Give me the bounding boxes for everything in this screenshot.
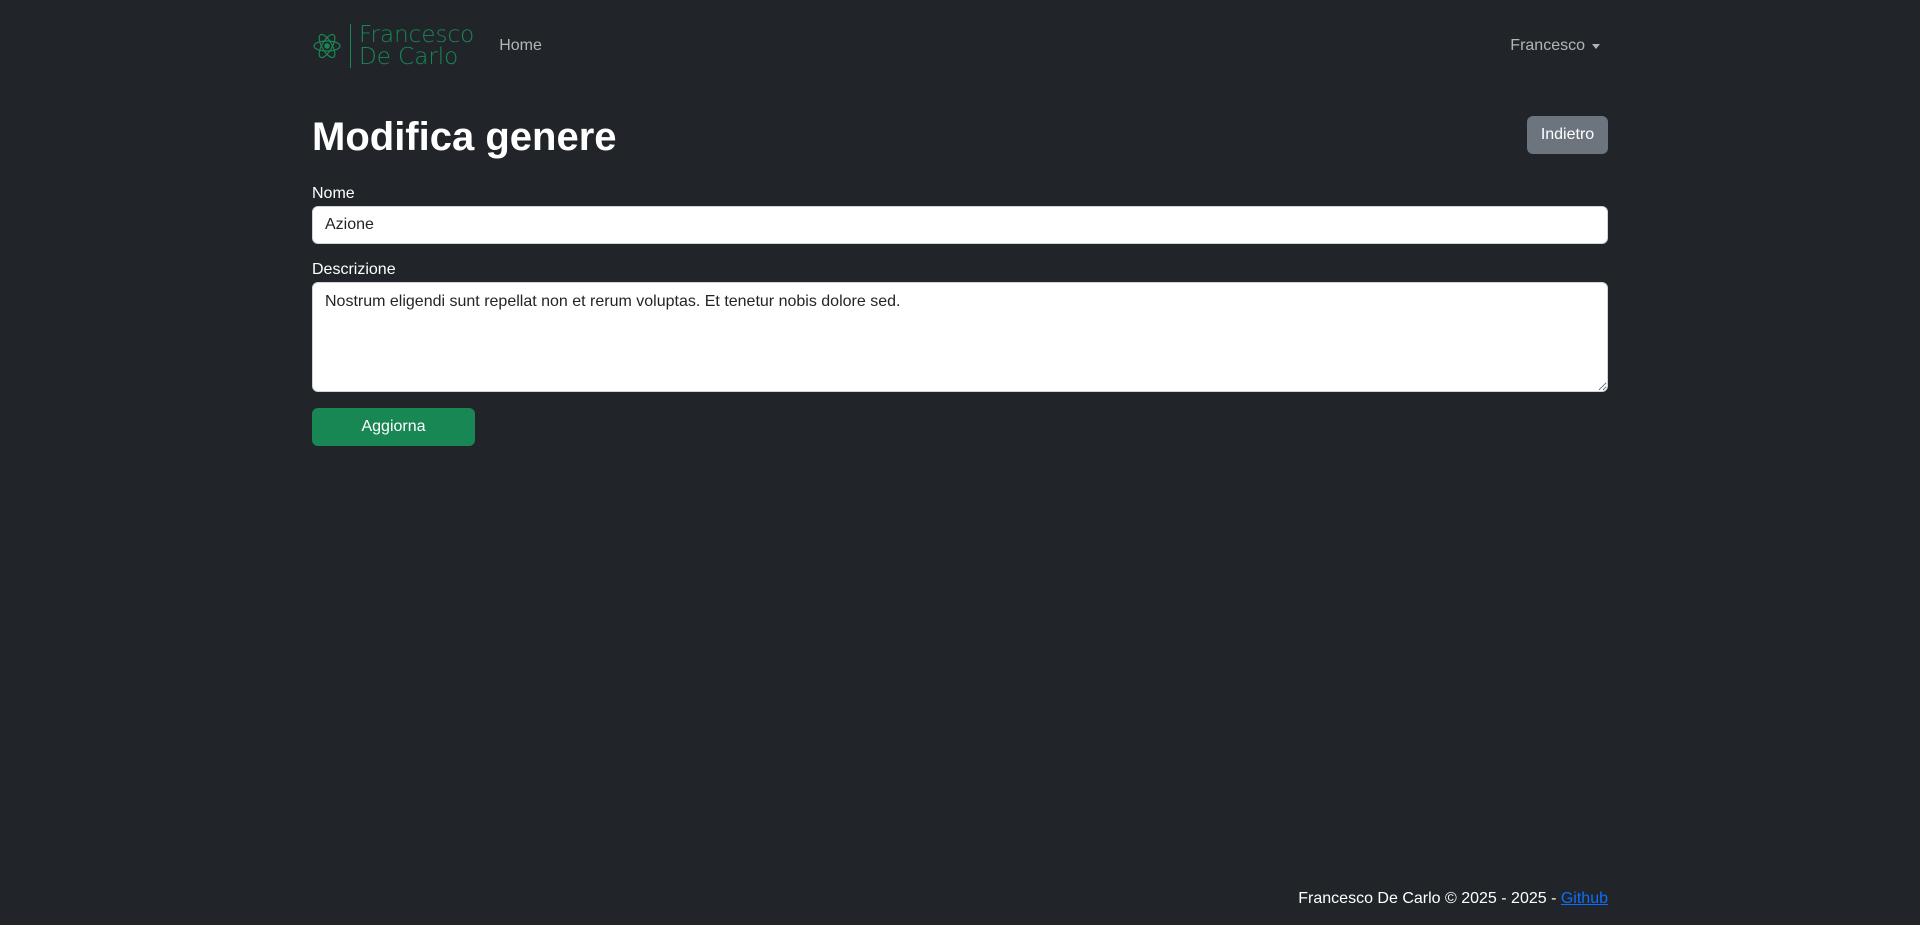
github-link[interactable]: Github — [1561, 890, 1608, 907]
footer: Francesco De Carlo © 2025 - 2025 - Githu… — [312, 890, 1608, 912]
brand-name: Francesco De Carlo — [359, 22, 475, 70]
brand-divider — [350, 24, 351, 68]
footer-copyright: Francesco De Carlo © 2025 - 2025 - — [1298, 890, 1561, 907]
update-button[interactable]: Aggiorna — [312, 408, 475, 446]
nome-input[interactable] — [312, 206, 1608, 244]
chevron-down-icon — [1592, 43, 1600, 49]
navbar: Francesco De Carlo Home Francesco — [312, 0, 1608, 92]
page-title: Modifica genere — [312, 115, 617, 159]
back-button[interactable]: Indietro — [1527, 116, 1608, 154]
brand-link[interactable]: Francesco De Carlo — [312, 22, 475, 70]
page-header: Modifica genere Indietro — [312, 112, 1608, 162]
user-name: Francesco — [1510, 37, 1585, 54]
brand-name-line1: Francesco — [359, 22, 475, 48]
nome-label: Nome — [312, 185, 355, 202]
user-dropdown[interactable]: Francesco — [1510, 37, 1600, 55]
edit-genre-form: Nome Descrizione Nostrum eligendi sunt r… — [312, 184, 1608, 446]
nav-home-link[interactable]: Home — [499, 37, 542, 55]
descrizione-label: Descrizione — [312, 261, 396, 278]
descrizione-textarea[interactable]: Nostrum eligendi sunt repellat non et re… — [312, 282, 1608, 392]
atom-logo-icon — [313, 33, 341, 59]
brand-name-line2: De Carlo — [359, 44, 459, 70]
navbar-left: Francesco De Carlo Home — [312, 22, 542, 70]
